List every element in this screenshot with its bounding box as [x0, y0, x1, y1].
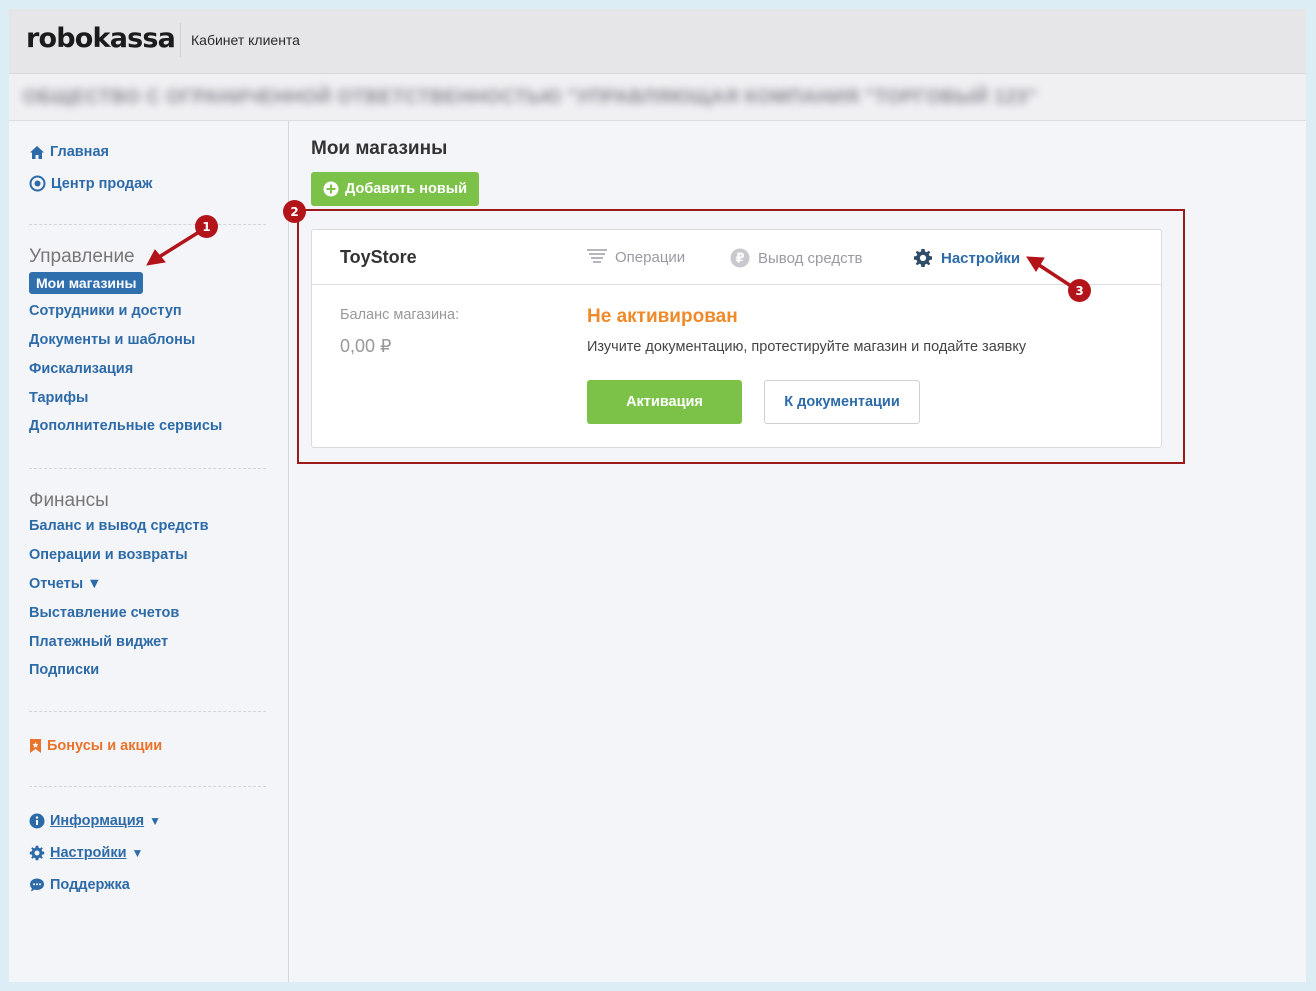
annotation-badge-1: 1 — [195, 215, 218, 238]
annotation-arrow-1 — [146, 230, 201, 266]
annotation-badge-3: 3 — [1068, 279, 1091, 302]
annotation-badge-2: 2 — [283, 200, 306, 223]
annotation-arrow-3 — [1026, 256, 1073, 288]
app-frame: robokassa Кабинет клиента ОБЩЕСТВО С ОГР… — [9, 9, 1306, 982]
annotation-arrows — [146, 230, 1073, 288]
